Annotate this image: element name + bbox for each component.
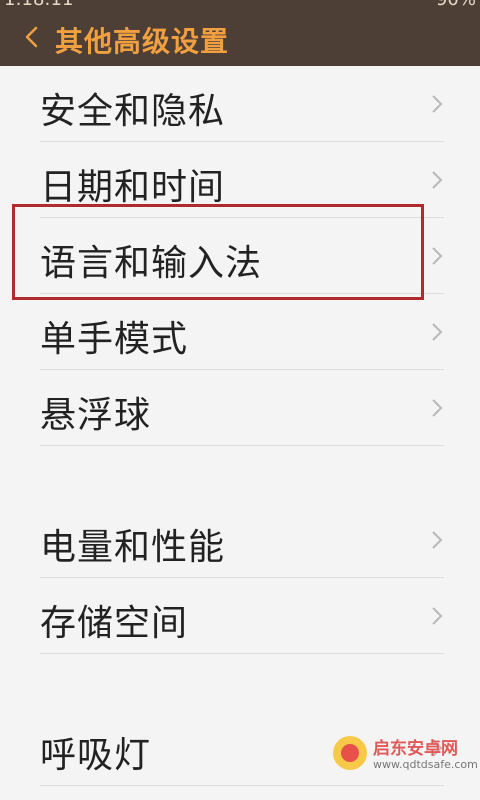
- settings-item-label: 存储空间: [40, 603, 189, 644]
- chevron-right-icon: [432, 531, 443, 549]
- app-header: 其他高级设置: [0, 8, 480, 66]
- settings-item-label: 安全和隐私: [40, 91, 226, 132]
- settings-item-floating-ball[interactable]: 悬浮球: [0, 370, 480, 446]
- settings-item-label: 悬浮球: [40, 395, 152, 436]
- chevron-right-icon: [432, 171, 443, 189]
- chevron-right-icon: [432, 607, 443, 625]
- settings-item-one-handed-mode[interactable]: 单手模式: [0, 294, 480, 370]
- status-time: 1:18:11: [4, 0, 73, 8]
- divider: [40, 653, 444, 654]
- status-battery: 90%: [436, 0, 476, 8]
- highlight-box: [12, 204, 424, 300]
- chevron-right-icon: [432, 95, 443, 113]
- watermark-logo-icon: [333, 736, 367, 770]
- watermark: 启东安卓网 www.qdtdsafe.com: [333, 728, 478, 784]
- settings-list: 安全和隐私 日期和时间 语言和输入法 单手模式 悬浮球 电量和性能 存储空间 呼…: [0, 66, 480, 786]
- settings-item-label: 电量和性能: [40, 527, 226, 568]
- watermark-name: 启东安卓网: [373, 739, 458, 759]
- page-title: 其他高级设置: [55, 25, 230, 58]
- settings-item-battery-performance[interactable]: 电量和性能: [0, 502, 480, 578]
- settings-item-security-privacy[interactable]: 安全和隐私: [0, 66, 480, 142]
- divider: [40, 785, 444, 786]
- settings-item-label: 呼吸灯: [40, 735, 152, 776]
- divider: [40, 445, 444, 446]
- settings-group: 电量和性能 存储空间: [0, 502, 480, 654]
- chevron-right-icon: [432, 399, 443, 417]
- watermark-url: www.qdtdsafe.com: [373, 758, 478, 771]
- settings-item-label: 日期和时间: [40, 167, 226, 208]
- status-bar: 1:18:11 90%: [0, 0, 480, 8]
- settings-item-storage[interactable]: 存储空间: [0, 578, 480, 654]
- chevron-right-icon: [432, 323, 443, 341]
- chevron-right-icon: [432, 247, 443, 265]
- chevron-left-icon[interactable]: [20, 22, 44, 52]
- settings-item-label: 单手模式: [40, 319, 189, 360]
